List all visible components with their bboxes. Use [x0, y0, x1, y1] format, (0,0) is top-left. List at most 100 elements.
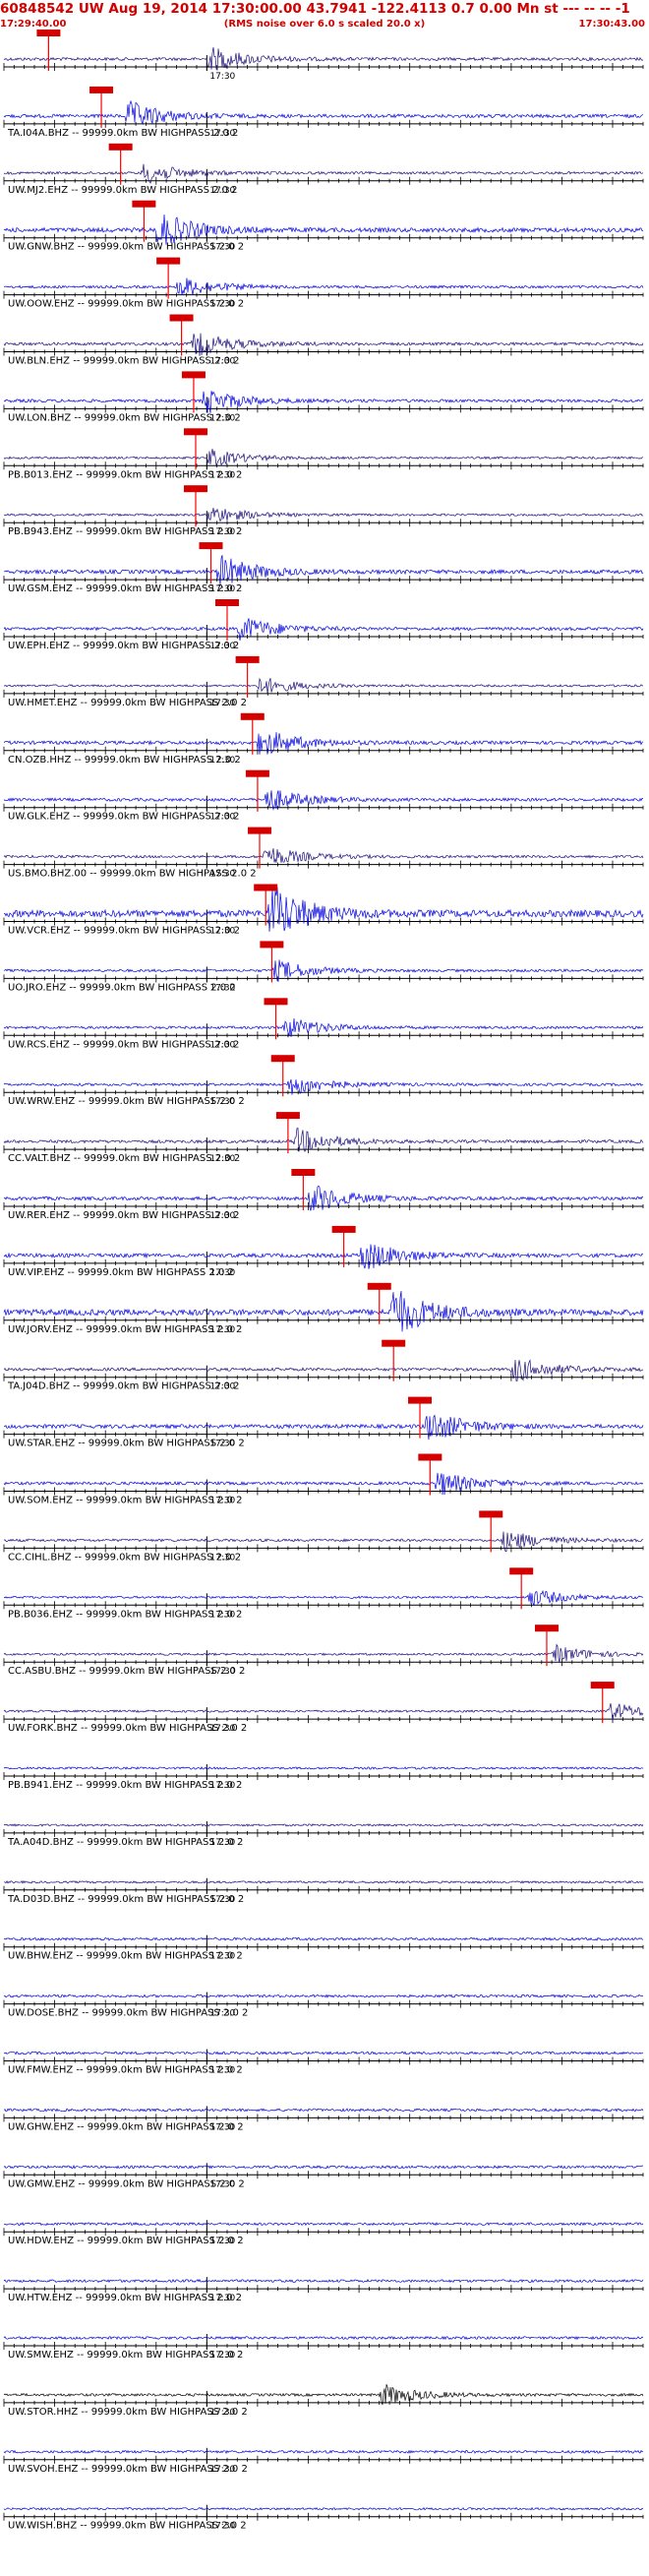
station-label: TA.J04D.BHZ -- 99999.0km BW HIGHPASS 2.0…: [7, 1381, 239, 1392]
waveform-trace: [3, 2506, 644, 2511]
station-label: TA.A04D.BHZ -- 99999.0km BW HIGHPASS 2.0…: [7, 1837, 243, 1848]
seismogram-plot: 60848542 UW Aug 19, 2014 17:30:00.00 43.…: [0, 1, 646, 2532]
station-label: UW.HDW.EHZ -- 99999.0km BW HIGHPASS 2.0 …: [8, 2236, 244, 2246]
waveform-trace: [3, 618, 644, 641]
station-label: UW.OOW.EHZ -- 99999.0km BW HIGHPASS 2.0 …: [8, 299, 244, 310]
phase-pick-marker: [169, 314, 194, 322]
phase-pick-marker: [367, 1282, 391, 1290]
event-title: 60848542 UW Aug 19, 2014 17:30:00.00 43.…: [0, 1, 630, 17]
waveform-trace: [3, 2108, 644, 2113]
phase-pick-marker: [509, 1567, 534, 1575]
waveform-trace: [3, 2335, 644, 2341]
waveform-trace: [3, 1244, 644, 1269]
station-label: UW.FMW.EHZ -- 99999.0km BW HIGHPASS 2.0 …: [8, 2065, 243, 2076]
waveform-trace: [3, 2279, 644, 2284]
station-label: UW.LON.BHZ -- 99999.0km BW HIGHPASS 2.0 …: [8, 412, 241, 423]
station-label: UW.WISH.BHZ -- 99999.0km BW HIGHPASS 2.0…: [8, 2521, 247, 2532]
waveform-trace: [3, 2384, 644, 2406]
phase-pick-marker: [108, 143, 133, 151]
station-label: TA.D03D.BHZ -- 99999.0km BW HIGHPASS 2.0…: [7, 1894, 244, 1905]
station-label: PB.B036.EHZ -- 99999.0km BW HIGHPASS 2.0…: [8, 1609, 242, 1620]
station-label: UW.MJ2.EHZ -- 99999.0km BW HIGHPASS 2.0 …: [8, 185, 238, 196]
phase-pick-marker: [418, 1453, 442, 1461]
station-label: UW.VCR.EHZ -- 99999.0km BW HIGHPASS 2.0 …: [8, 926, 240, 937]
waveform-trace: [3, 391, 643, 413]
waveform-trace: [3, 2165, 644, 2170]
waveform-trace: [3, 1589, 644, 1607]
station-label: UW.BHW.EHZ -- 99999.0km BW HIGHPASS 2.0 …: [8, 1951, 243, 1962]
end-time: 17:30:43.00: [579, 19, 646, 30]
start-time: 17:29:40.00: [0, 19, 67, 30]
station-label: US.BMO.BHZ.00 -- 99999.0km BW HIGHPASS 2…: [8, 869, 257, 880]
phase-pick-marker: [534, 1625, 559, 1632]
station-label: UW.VIP.EHZ -- 99999.0km BW HIGHPASS 2.0 …: [8, 1267, 234, 1278]
station-label: UW.SOM.EHZ -- 99999.0km BW HIGHPASS 2.0 …: [8, 1496, 242, 1506]
rms-note: (RMS noise over 6.0 s scaled 20.0 x): [224, 19, 425, 30]
station-label: UW.STAR.EHZ -- 99999.0km BW HIGHPASS 2.0…: [8, 1439, 245, 1449]
phase-pick-marker: [181, 371, 206, 379]
phase-pick-marker: [132, 200, 156, 208]
waveform-trace: [3, 1185, 644, 1211]
phase-pick-marker: [270, 1055, 295, 1063]
station-label: UW.SVOH.EHZ -- 99999.0km BW HIGHPASS 2.0…: [8, 2464, 248, 2475]
station-label: UW.GNW.BHZ -- 99999.0km BW HIGHPASS 2.0 …: [8, 242, 244, 253]
waveform-trace: [3, 1017, 644, 1038]
station-label: PB.B943.EHZ -- 99999.0km BW HIGHPASS 2.0…: [8, 526, 242, 537]
phase-pick-marker: [408, 1396, 433, 1404]
station-label: UW.HTW.EHZ -- 99999.0km BW HIGHPASS 2.0 …: [8, 2293, 242, 2303]
phase-pick-marker: [291, 1169, 316, 1176]
station-label: UW.HMET.EHZ -- 99999.0km BW HIGHPASS 2.0…: [8, 698, 247, 708]
phase-pick-marker: [260, 941, 284, 949]
phase-pick-marker: [275, 1112, 300, 1120]
waveform-trace: [3, 1823, 644, 1827]
waveform-trace: [3, 1993, 644, 1998]
station-label: TA.I04A.BHZ -- 99999.0km BW HIGHPASS 2.0…: [7, 128, 238, 139]
waveform-trace: [3, 333, 644, 356]
station-label: UW.GMW.EHZ -- 99999.0km BW HIGHPASS 2.0 …: [8, 2178, 245, 2189]
station-label: PB.B013.EHZ -- 99999.0km BW HIGHPASS 2.0…: [8, 469, 242, 480]
station-label: UW.DOSE.BHZ -- 99999.0km BW HIGHPASS 2.0…: [8, 2008, 248, 2019]
phase-pick-marker: [254, 884, 278, 891]
waveform-trace: [3, 1766, 644, 1770]
station-label: PB.B941.EHZ -- 99999.0km BW HIGHPASS 2.0…: [8, 1780, 242, 1791]
trace-group: 17:3017:30TA.I04A.BHZ -- 99999.0km BW HI…: [3, 30, 644, 2532]
minute-label: 17:30: [209, 72, 235, 82]
phase-pick-marker: [331, 1225, 356, 1233]
station-label: UW.RER.EHZ -- 99999.0km BW HIGHPASS 2.0 …: [8, 1210, 239, 1221]
station-label: UO.JRO.EHZ -- 99999.0km BW HIGHPASS 2.0 …: [8, 982, 236, 993]
waveform-trace: [3, 277, 644, 295]
waveform-trace: [3, 732, 644, 755]
waveform-trace: [3, 1414, 644, 1441]
station-label: UW.GHW.EHZ -- 99999.0km BW HIGHPASS 2.0 …: [8, 2121, 244, 2132]
station-label: UW.BLN.EHZ -- 99999.0km BW HIGHPASS 2.0 …: [8, 356, 240, 367]
waveform-trace: [3, 2222, 644, 2227]
phase-pick-marker: [590, 1682, 615, 1689]
station-label: CC.ASBU.BHZ -- 99999.0km BW HIGHPASS 2.0…: [8, 1666, 245, 1677]
waveform-trace: [3, 163, 644, 184]
waveform-trace: [3, 99, 644, 126]
phase-pick-marker: [235, 655, 260, 663]
phase-pick-marker: [248, 827, 271, 834]
waveform-trace: [3, 848, 644, 863]
phase-pick-marker: [382, 1339, 406, 1347]
waveform-trace: [3, 1703, 644, 1721]
waveform-trace: [3, 449, 644, 467]
waveform-trace: [3, 2449, 644, 2454]
phase-pick-marker: [89, 86, 114, 93]
station-label: UW.STOR.HHZ -- 99999.0km BW HIGHPASS 2.0…: [8, 2407, 248, 2418]
phase-pick-marker: [184, 428, 207, 436]
station-label: UW.RCS.EHZ -- 99999.0km BW HIGHPASS 2.0 …: [8, 1039, 239, 1050]
waveform-trace: [3, 1128, 644, 1153]
phase-pick-marker: [36, 30, 61, 36]
station-label: UW.JORV.EHZ -- 99999.0km BW HIGHPASS 2.0…: [8, 1324, 242, 1335]
phase-pick-marker: [479, 1510, 503, 1518]
station-label: CN.OZB.HHZ -- 99999.0km BW HIGHPASS 2.0 …: [8, 755, 241, 766]
waveform-trace: [4, 1879, 644, 1884]
waveform-trace: [3, 790, 643, 811]
station-label: UW.WRW.EHZ -- 99999.0km BW HIGHPASS 2.0 …: [8, 1096, 245, 1107]
phase-pick-marker: [214, 599, 239, 606]
waveform-trace: [3, 1359, 644, 1381]
station-label: UW.FORK.BHZ -- 99999.0km BW HIGHPASS 2.0…: [8, 1723, 247, 1734]
station-label: UW.SMW.EHZ -- 99999.0km BW HIGHPASS 2.0 …: [8, 2350, 243, 2361]
station-label: CC.CIHL.BHZ -- 99999.0km BW HIGHPASS 2.0…: [8, 1552, 241, 1563]
